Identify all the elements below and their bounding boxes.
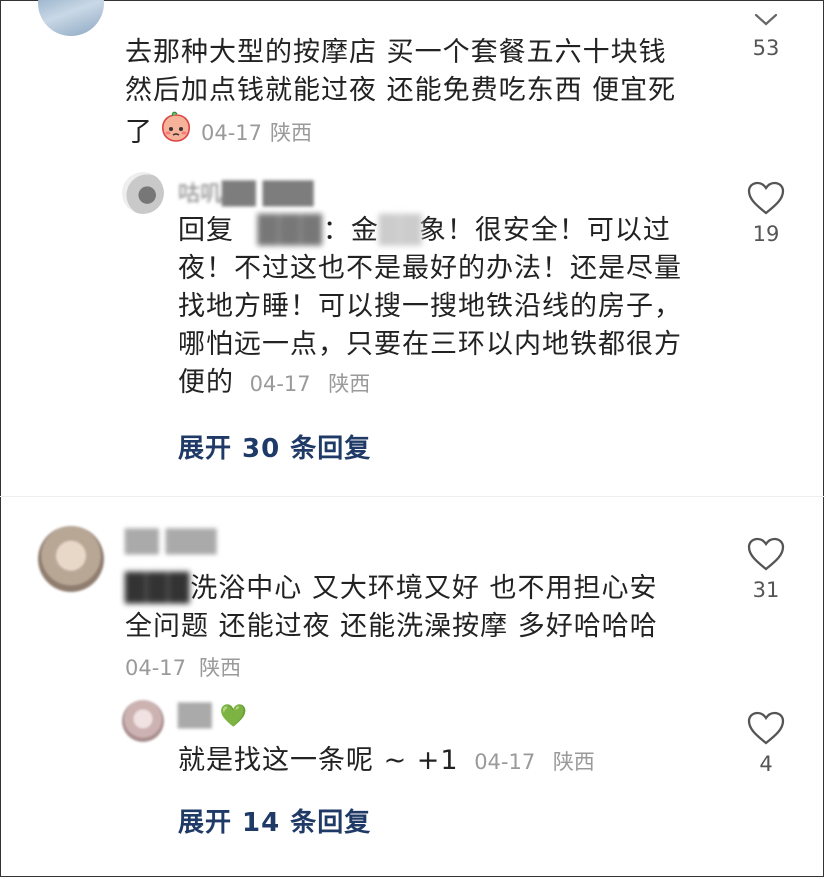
comment-location: 陕西 (552, 750, 595, 774)
heart-icon (747, 537, 785, 571)
like-button[interactable]: 4 (736, 710, 796, 776)
comment-location: 陕西 (199, 656, 242, 680)
like-button[interactable]: 19 (736, 180, 796, 246)
chevron-down-icon (754, 14, 778, 26)
like-count: 19 (752, 222, 780, 246)
heart-icon (747, 181, 785, 215)
comment-date: 04-17 (125, 656, 187, 680)
comment-date: 04-17 (249, 372, 311, 396)
reply-text: 回复 ███：金██象！很安全！可以过 夜！不过这也不是最好的办法！还是尽量 找… (178, 212, 718, 403)
like-button[interactable]: 53 (736, 14, 796, 60)
comment-date: 04-17 (474, 750, 536, 774)
green-heart-icon: 💚 (219, 704, 248, 729)
like-button[interactable]: 31 (736, 536, 796, 602)
reply-text: 就是找这一条呢 ~ +1 04-17 陕西 (178, 745, 595, 776)
comment-text: 去那种大型的按摩店 买一个套餐五六十块钱 然后加点钱就能过夜 还能免费吃东西 便… (125, 34, 725, 155)
blurred-mention[interactable]: ███ (258, 212, 323, 250)
avatar[interactable] (38, 526, 104, 592)
reply-username[interactable]: ██ 💚 (178, 704, 247, 729)
comment-text: ███洗浴中心 又大环境又好 也不用担心安 全问题 还能过夜 还能洗澡按摩 多好… (125, 573, 658, 642)
avatar[interactable] (122, 700, 164, 742)
reply-username[interactable]: 咕叽██ ███ (178, 176, 314, 208)
comment-divider (0, 496, 826, 497)
heart-icon (747, 711, 785, 745)
comment-location: 陕西 (328, 372, 371, 396)
comment-location: 陕西 (270, 120, 313, 145)
peach-emoji-icon (159, 110, 193, 155)
commenter-username[interactable]: ██ ███ (125, 530, 217, 555)
comment-date: 04-17 (201, 120, 263, 145)
expand-replies-link[interactable]: 展开 14 条回复 (178, 802, 371, 839)
avatar[interactable] (122, 172, 164, 214)
expand-replies-link[interactable]: 展开 30 条回复 (178, 428, 371, 465)
like-count: 31 (752, 578, 780, 602)
like-count: 53 (752, 36, 780, 60)
like-count: 4 (759, 752, 773, 776)
